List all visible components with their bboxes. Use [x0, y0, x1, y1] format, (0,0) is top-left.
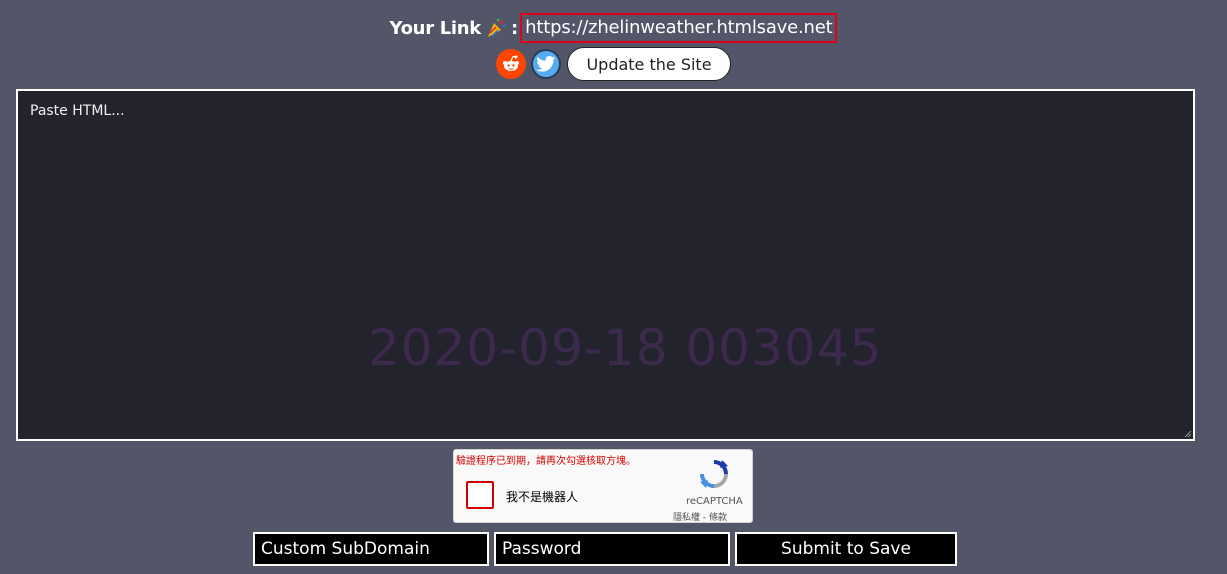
captcha-label: 我不是機器人: [506, 490, 579, 504]
site-link[interactable]: https://zhelinweather.htmlsave.net: [520, 13, 838, 43]
password-input[interactable]: Password: [494, 532, 730, 566]
your-link-label: Your Link: [389, 17, 482, 39]
submit-to-save-button[interactable]: Submit to Save: [735, 532, 957, 566]
page: Your Link : https://zhelinweather.htmlsa…: [0, 0, 1227, 574]
action-row: Update the Site: [0, 47, 1227, 81]
html-editor-textarea[interactable]: Paste HTML... 2020-09-18 003045: [16, 89, 1195, 441]
colon-separator: :: [510, 17, 519, 39]
recaptcha-logo-icon: [700, 460, 728, 488]
your-link-row: Your Link : https://zhelinweather.htmlsa…: [0, 12, 1227, 44]
update-site-button[interactable]: Update the Site: [567, 47, 731, 81]
captcha-expired-message: 驗證程序已到期，請再次勾選核取方塊。: [456, 456, 636, 467]
party-popper-icon: [485, 17, 507, 39]
twitter-share-icon[interactable]: [531, 49, 561, 79]
captcha-privacy-terms-links[interactable]: 隱私權 - 條款: [673, 510, 727, 523]
recaptcha-widget: 驗證程序已到期，請再次勾選核取方塊。 我不是機器人 reCAPTCHA 隱私權 …: [453, 449, 753, 523]
captcha-checkbox[interactable]: [466, 481, 494, 509]
recaptcha-brand: reCAPTCHA: [686, 496, 743, 507]
save-form: Custom SubDomain Password Submit to Save: [253, 532, 957, 566]
resize-grip-icon[interactable]: [1184, 430, 1192, 438]
custom-subdomain-input[interactable]: Custom SubDomain: [253, 532, 489, 566]
reddit-share-icon[interactable]: [496, 49, 526, 79]
editor-placeholder: Paste HTML...: [30, 103, 125, 119]
timestamp-watermark: 2020-09-18 003045: [368, 319, 883, 377]
